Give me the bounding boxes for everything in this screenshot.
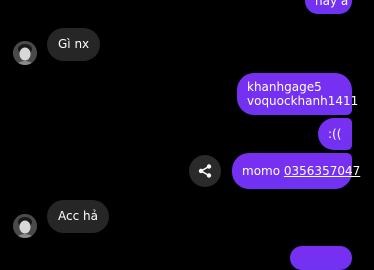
incoming-message[interactable]: Gì nx [47, 28, 101, 61]
outgoing-message[interactable]: :(( [318, 118, 352, 150]
message-line: voquockhanh1411 [247, 94, 359, 108]
outgoing-message[interactable]: khanhgage5 voquockhanh1411 [237, 73, 359, 115]
message-prefix: momo [242, 164, 284, 178]
outgoing-message[interactable]: hay á [305, 0, 352, 14]
avatar[interactable] [13, 41, 37, 65]
share-icon [198, 164, 212, 178]
outgoing-message[interactable]: momo 0356357047 [232, 153, 360, 189]
message-text: hay á [315, 0, 349, 8]
avatar-icon [13, 214, 37, 238]
message-text: :(( [328, 127, 342, 141]
share-button[interactable] [189, 155, 221, 187]
incoming-message[interactable]: Acc hả [47, 200, 109, 233]
message-text: Acc hả [58, 209, 98, 223]
avatar-icon [13, 41, 37, 65]
message-text: Gì nx [58, 37, 90, 51]
avatar[interactable] [13, 214, 37, 238]
message-line: khanhgage5 [247, 80, 322, 94]
outgoing-message[interactable] [290, 246, 352, 270]
phone-number-link[interactable]: 0356357047 [284, 164, 360, 178]
